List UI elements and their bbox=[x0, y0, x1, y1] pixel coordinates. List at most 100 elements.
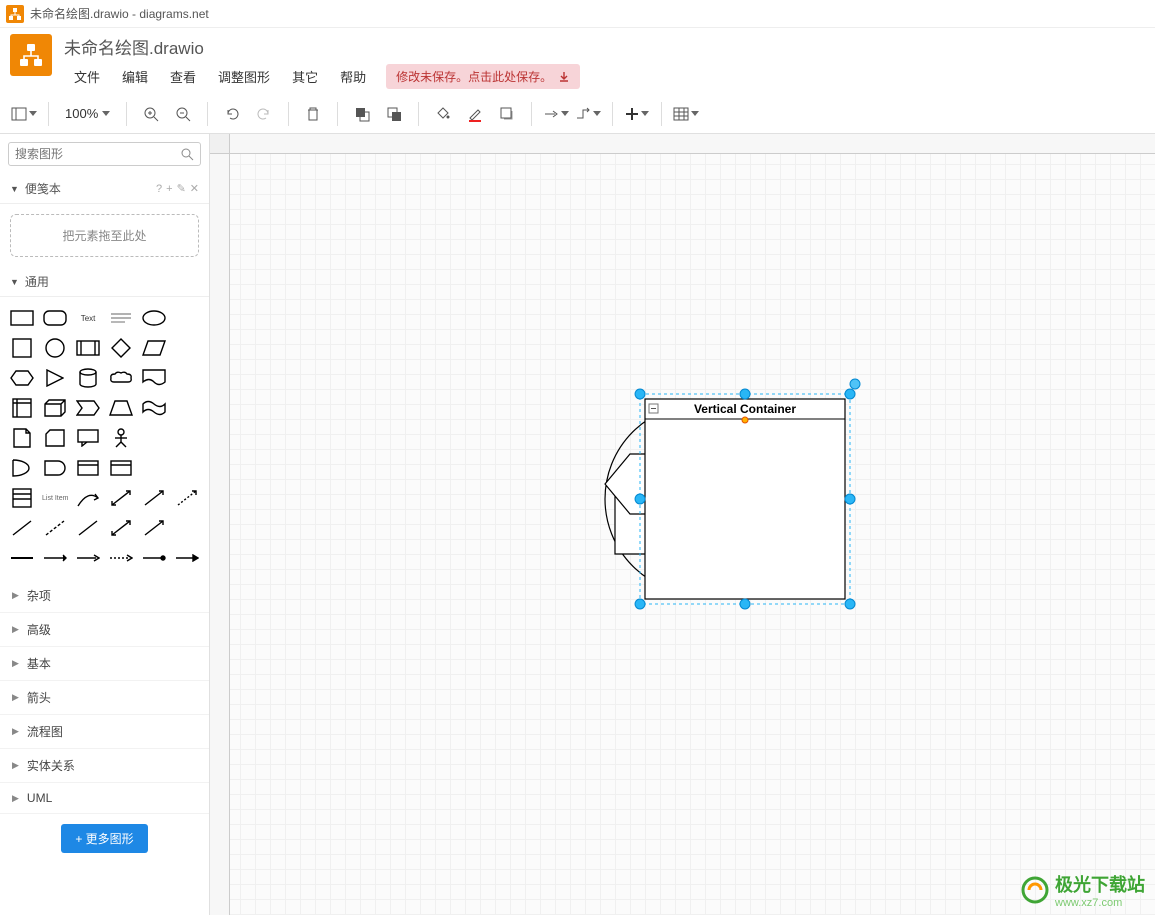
more-shapes-button[interactable]: + 更多图形 bbox=[61, 824, 147, 853]
shape-list-item[interactable]: List Item bbox=[41, 485, 70, 511]
shape-blank2[interactable] bbox=[172, 335, 201, 361]
resize-handle-nw[interactable] bbox=[635, 389, 645, 399]
category-arrows[interactable]: ▶箭头 bbox=[0, 681, 209, 715]
shape-blank3[interactable] bbox=[172, 365, 201, 391]
zoom-control[interactable]: 100% bbox=[59, 106, 116, 121]
unsaved-warning[interactable]: 修改未保存。点击此处保存。 bbox=[386, 64, 580, 89]
shape-container[interactable] bbox=[107, 455, 136, 481]
shape-cloud[interactable] bbox=[107, 365, 136, 391]
shape-link5[interactable] bbox=[139, 545, 168, 571]
shape-link4[interactable] bbox=[107, 545, 136, 571]
shape-data-store[interactable] bbox=[74, 455, 103, 481]
shape-tape[interactable] bbox=[139, 395, 168, 421]
shape-rectangle[interactable] bbox=[8, 305, 37, 331]
shape-text[interactable]: Text bbox=[74, 305, 103, 331]
menu-edit[interactable]: 编辑 bbox=[112, 63, 158, 90]
scratchpad-add-icon[interactable]: + bbox=[166, 183, 172, 195]
zoom-out-button[interactable] bbox=[169, 100, 197, 128]
shape-and[interactable] bbox=[41, 455, 70, 481]
shape-cylinder[interactable] bbox=[74, 365, 103, 391]
scratchpad-edit-icon[interactable]: ✎ bbox=[177, 182, 186, 195]
shape-hexagon[interactable] bbox=[8, 365, 37, 391]
menu-help[interactable]: 帮助 bbox=[330, 63, 376, 90]
shape-link6[interactable] bbox=[172, 545, 201, 571]
scratchpad-header[interactable]: ▼ 便笺本 ? + ✎ ✕ bbox=[0, 174, 209, 204]
shape-blank5[interactable] bbox=[139, 425, 168, 451]
shape-blank4[interactable] bbox=[172, 395, 201, 421]
shape-note[interactable] bbox=[8, 425, 37, 451]
shape-parallelogram[interactable] bbox=[139, 335, 168, 361]
category-uml[interactable]: ▶UML bbox=[0, 783, 209, 814]
shape-arrow2[interactable] bbox=[139, 515, 168, 541]
to-front-button[interactable] bbox=[348, 100, 376, 128]
shape-curve[interactable] bbox=[74, 485, 103, 511]
shape-link1[interactable] bbox=[8, 545, 37, 571]
shape-bidir-arrow[interactable] bbox=[107, 485, 136, 511]
resize-handle-sw[interactable] bbox=[635, 599, 645, 609]
category-basic[interactable]: ▶基本 bbox=[0, 647, 209, 681]
to-back-button[interactable] bbox=[380, 100, 408, 128]
undo-button[interactable] bbox=[218, 100, 246, 128]
resize-handle-e[interactable] bbox=[845, 494, 855, 504]
category-er[interactable]: ▶实体关系 bbox=[0, 749, 209, 783]
menu-extras[interactable]: 其它 bbox=[282, 63, 328, 90]
shape-circle[interactable] bbox=[41, 335, 70, 361]
menu-view[interactable]: 查看 bbox=[160, 63, 206, 90]
shape-document[interactable] bbox=[139, 365, 168, 391]
shape-ellipse[interactable] bbox=[139, 305, 168, 331]
shape-dashed-arrow[interactable] bbox=[172, 485, 201, 511]
fill-color-button[interactable] bbox=[429, 100, 457, 128]
shape-arrow[interactable] bbox=[139, 485, 168, 511]
shape-line2[interactable] bbox=[74, 515, 103, 541]
shape-card[interactable] bbox=[41, 425, 70, 451]
shape-line[interactable] bbox=[8, 515, 37, 541]
rotate-handle[interactable] bbox=[850, 379, 860, 389]
shape-search-input[interactable] bbox=[15, 147, 180, 161]
menu-file[interactable]: 文件 bbox=[64, 63, 110, 90]
resize-handle-s[interactable] bbox=[740, 599, 750, 609]
zoom-in-button[interactable] bbox=[137, 100, 165, 128]
shape-list[interactable] bbox=[8, 485, 37, 511]
shape-search[interactable] bbox=[8, 142, 201, 166]
shape-rounded-rect[interactable] bbox=[41, 305, 70, 331]
shape-triangle[interactable] bbox=[41, 365, 70, 391]
diagram-svg[interactable]: Vertical Container bbox=[210, 134, 1155, 914]
general-shapes-header[interactable]: ▼ 通用 bbox=[0, 267, 209, 297]
shape-diamond[interactable] bbox=[107, 335, 136, 361]
canvas[interactable]: Vertical Container 极光下载站 bbox=[210, 134, 1155, 915]
shadow-button[interactable] bbox=[493, 100, 521, 128]
shape-actor[interactable] bbox=[107, 425, 136, 451]
shape-square[interactable] bbox=[8, 335, 37, 361]
table-button[interactable] bbox=[672, 100, 700, 128]
delete-button[interactable] bbox=[299, 100, 327, 128]
shape-or[interactable] bbox=[8, 455, 37, 481]
sidebar-toggle-button[interactable] bbox=[10, 100, 38, 128]
resize-handle-w[interactable] bbox=[635, 494, 645, 504]
waypoints-button[interactable] bbox=[574, 100, 602, 128]
category-advanced[interactable]: ▶高级 bbox=[0, 613, 209, 647]
shape-line-dash[interactable] bbox=[41, 515, 70, 541]
shape-blank7[interactable] bbox=[139, 455, 168, 481]
connection-button[interactable] bbox=[542, 100, 570, 128]
document-title[interactable]: 未命名绘图.drawio bbox=[64, 34, 1145, 59]
shape-blank8[interactable] bbox=[172, 455, 201, 481]
shape-trapezoid[interactable] bbox=[107, 395, 136, 421]
menu-arrange[interactable]: 调整图形 bbox=[208, 63, 280, 90]
shape-blank9[interactable] bbox=[172, 515, 201, 541]
shape-link2[interactable] bbox=[41, 545, 70, 571]
shape-step[interactable] bbox=[74, 395, 103, 421]
insert-button[interactable] bbox=[623, 100, 651, 128]
scratchpad-close-icon[interactable]: ✕ bbox=[190, 182, 199, 195]
category-flowchart[interactable]: ▶流程图 bbox=[0, 715, 209, 749]
shape-callout[interactable] bbox=[74, 425, 103, 451]
redo-button[interactable] bbox=[250, 100, 278, 128]
scratchpad-drop-target[interactable]: 把元素拖至此处 bbox=[10, 214, 199, 257]
shape-process[interactable] bbox=[74, 335, 103, 361]
app-logo[interactable] bbox=[10, 34, 52, 76]
connection-point[interactable] bbox=[742, 417, 748, 423]
scratchpad-help-icon[interactable]: ? bbox=[156, 183, 162, 195]
resize-handle-n[interactable] bbox=[740, 389, 750, 399]
line-color-button[interactable] bbox=[461, 100, 489, 128]
diagram-vertical-container[interactable]: Vertical Container bbox=[645, 399, 845, 599]
shape-blank6[interactable] bbox=[172, 425, 201, 451]
